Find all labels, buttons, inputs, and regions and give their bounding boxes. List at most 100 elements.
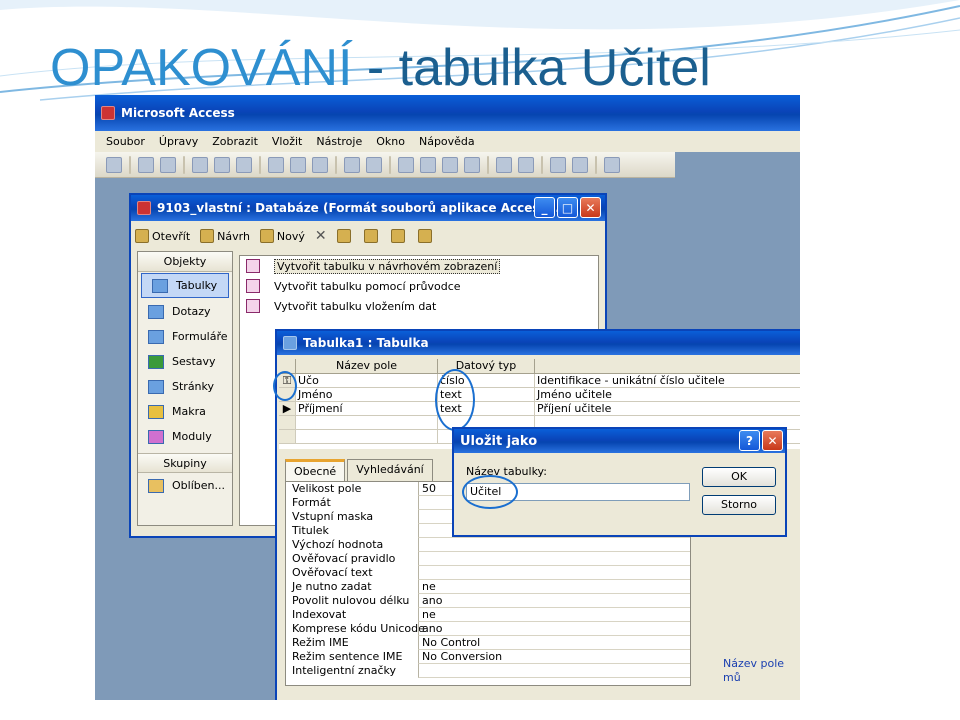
objects-item-forms[interactable]: Formuláře [138, 324, 232, 349]
report-icon [148, 354, 164, 369]
property-value[interactable]: No Control [418, 636, 690, 650]
build-icon[interactable] [420, 156, 436, 173]
menu-item[interactable]: Vložit [265, 135, 309, 148]
property-row[interactable]: Komprese kódu Unicode ano [286, 622, 690, 636]
design-button[interactable]: Návrh [200, 229, 250, 243]
property-row[interactable]: Inteligentní značky [286, 664, 690, 678]
view-icon[interactable] [106, 156, 122, 173]
property-tabs: Obecné Vyhledávání [285, 459, 433, 481]
access-title-bar[interactable]: Microsoft Access [95, 95, 800, 131]
groups-item-favorites[interactable]: Oblíben... [138, 473, 232, 498]
field-name-cell[interactable]: Příjmení [296, 402, 438, 415]
menu-item[interactable]: Nápověda [412, 135, 482, 148]
objects-item-label: Makra [172, 405, 206, 418]
insert-rows-icon[interactable] [442, 156, 458, 173]
objects-item-macros[interactable]: Makra [138, 399, 232, 424]
groups-header[interactable]: Skupiny [138, 453, 232, 473]
list-item[interactable]: Vytvořit tabulku vložením dat [240, 296, 598, 316]
property-value[interactable]: ano [418, 594, 690, 608]
description-cell[interactable]: Příjení učitele [535, 402, 800, 415]
maximize-button[interactable]: □ [557, 197, 578, 218]
property-value[interactable] [418, 552, 690, 566]
objects-item-reports[interactable]: Sestavy [138, 349, 232, 374]
property-row[interactable]: Režim sentence IME No Conversion [286, 650, 690, 664]
new-button[interactable]: Nový [259, 229, 305, 243]
properties-icon[interactable] [496, 156, 512, 173]
property-value[interactable]: ano [418, 622, 690, 636]
table-row[interactable]: ⚿ Učo číslo Identifikace - unikátní čísl… [279, 374, 800, 388]
module-icon [148, 429, 164, 444]
print-icon[interactable] [192, 156, 208, 173]
objects-item-tables[interactable]: Tabulky [141, 273, 229, 298]
property-row[interactable]: Ověřovací pravidlo [286, 552, 690, 566]
menu-item[interactable]: Zobrazit [205, 135, 265, 148]
table-row[interactable]: ▶ Příjmení text Příjení učitele [279, 402, 800, 416]
undo-icon[interactable] [344, 156, 360, 173]
dialog-title-bar[interactable]: Uložit jako ? ✕ [454, 429, 785, 453]
objects-item-pages[interactable]: Stránky [138, 374, 232, 399]
large-icons-icon[interactable] [336, 229, 351, 243]
copy-icon[interactable] [290, 156, 306, 173]
delete-rows-icon[interactable] [464, 156, 480, 173]
objects-item-queries[interactable]: Dotazy [138, 299, 232, 324]
description-cell[interactable]: Identifikace - unikátní číslo učitele [535, 374, 800, 387]
toolbar-separator [335, 155, 337, 174]
field-name-cell[interactable]: Učo [296, 374, 438, 387]
objects-header[interactable]: Objekty [138, 252, 232, 272]
menu-item[interactable]: Nástroje [309, 135, 369, 148]
cancel-button[interactable]: Storno [702, 495, 776, 515]
close-button[interactable]: ✕ [762, 430, 783, 451]
database-window-title-bar[interactable]: 9103_vlastní : Databáze (Formát souborů … [131, 195, 605, 221]
property-value[interactable]: ne [418, 580, 690, 594]
field-name-cell[interactable] [296, 416, 438, 429]
property-row[interactable]: Indexovat ne [286, 608, 690, 622]
redo-icon[interactable] [366, 156, 382, 173]
small-icons-icon[interactable] [363, 229, 378, 243]
open-button[interactable]: Otevřít [135, 229, 190, 243]
tab-lookup[interactable]: Vyhledávání [347, 459, 433, 481]
paste-icon[interactable] [312, 156, 328, 173]
ok-button[interactable]: OK [702, 467, 776, 487]
row-selector[interactable] [279, 430, 296, 443]
field-name-cell[interactable] [296, 430, 438, 443]
description-cell[interactable]: Jméno učitele [535, 388, 800, 401]
property-row[interactable]: Režim IME No Control [286, 636, 690, 650]
property-row[interactable]: Je nutno zadat ne [286, 580, 690, 594]
cut-icon[interactable] [268, 156, 284, 173]
tab-general[interactable]: Obecné [285, 459, 346, 481]
menu-item[interactable]: Okno [369, 135, 412, 148]
close-button[interactable]: ✕ [580, 197, 601, 218]
objects-item-modules[interactable]: Moduly [138, 424, 232, 449]
property-row[interactable]: Výchozí hodnota [286, 538, 690, 552]
property-value[interactable] [418, 664, 690, 678]
table-window-title-bar[interactable]: Tabulka1 : Tabulka [277, 331, 800, 355]
query-icon [148, 304, 164, 319]
list-item[interactable]: Vytvořit tabulku pomocí průvodce [240, 276, 598, 296]
property-row[interactable]: Povolit nulovou délku ano [286, 594, 690, 608]
list-item[interactable]: Vytvořit tabulku v návrhovém zobrazení [240, 256, 598, 276]
table-row[interactable]: Jméno text Jméno učitele [279, 388, 800, 402]
print-preview-icon[interactable] [214, 156, 230, 173]
property-value[interactable]: No Conversion [418, 650, 690, 664]
spelling-icon[interactable] [236, 156, 252, 173]
database-window-icon[interactable] [550, 156, 566, 173]
field-name-cell[interactable]: Jméno [296, 388, 438, 401]
primary-key-icon[interactable] [398, 156, 414, 173]
help-icon[interactable] [604, 156, 620, 173]
menu-item[interactable]: Úpravy [152, 135, 205, 148]
search-icon[interactable] [160, 156, 176, 173]
row-selector[interactable] [279, 416, 296, 429]
details-icon[interactable] [417, 229, 432, 243]
list-icon[interactable] [390, 229, 405, 243]
help-button[interactable]: ? [739, 430, 760, 451]
menu-item[interactable]: Soubor [99, 135, 152, 148]
minimize-button[interactable]: _ [534, 197, 555, 218]
delete-button[interactable]: ✕ [315, 228, 327, 244]
new-object-icon[interactable] [572, 156, 588, 173]
save-icon[interactable] [138, 156, 154, 173]
property-row[interactable]: Ověřovací text [286, 566, 690, 580]
property-value[interactable]: ne [418, 608, 690, 622]
property-value[interactable] [418, 538, 690, 552]
indexes-icon[interactable] [518, 156, 534, 173]
property-value[interactable] [418, 566, 690, 580]
